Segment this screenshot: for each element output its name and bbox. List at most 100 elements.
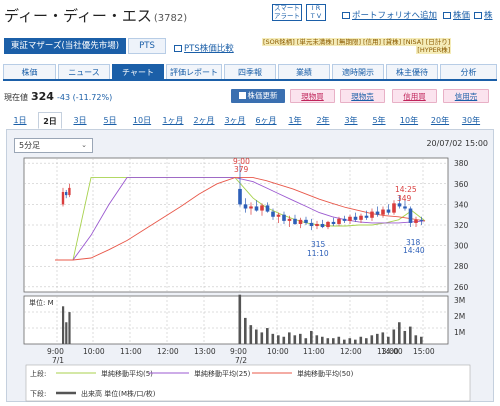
volume-bar [332,338,335,344]
volume-bar [62,306,65,344]
volume-axis-ticks: 3M 2M 1M [454,296,465,337]
candle-body [348,216,352,221]
annotation-time: 14:40 [403,246,425,255]
candle-body [243,204,248,209]
legend-lower-label: 下段: [30,389,46,398]
candle-body [359,215,363,220]
volume-bar [260,332,264,344]
candle-body [331,221,336,224]
volume-bar [420,336,423,344]
day-label: 7/2 [235,356,247,365]
price-tick-label: 300 [454,242,469,251]
candle-body [304,219,308,223]
candle-body [315,223,319,227]
volume-tick-label: 3M [454,296,465,305]
legend-ma25: 単純移動平均(25) [194,369,251,378]
volume-bar [293,335,297,344]
candle-body [287,218,292,221]
volume-bar [68,312,71,344]
candle-body [68,187,71,196]
candle-body [293,218,297,224]
candle-body [397,203,402,207]
price-tick-label: 340 [454,200,469,209]
volume-bar [359,336,363,344]
volume-unit-label: 単位: M [29,298,54,307]
time-axis-ticks: 9:00 10:00 11:00 12:00 13:00 14:00 9:00 10:00 11… [47,347,435,365]
candle-body [381,209,385,215]
volume-bar [381,332,385,344]
time-tick-label: 11:00 [303,347,325,356]
volume-bar [348,338,352,344]
candle-body [282,214,286,221]
annotation-price: 349 [397,194,412,203]
candle-body [392,203,396,213]
price-tick-label: 380 [454,159,469,168]
volume-tick-label: 2M [454,312,465,321]
volume-bar [299,333,302,344]
time-tick-label: 9:00 [230,347,247,356]
volume-bar [403,330,407,344]
legend-ma50: 単純移動平均(50) [297,369,354,378]
volume-bar [304,338,308,344]
annotation-price: 315 [311,240,326,249]
volume-bar [271,333,275,344]
candle-body [309,222,314,227]
volume-bar [398,322,401,344]
candle-body [249,206,253,209]
candle-body [408,208,413,223]
volume-bar [387,336,390,344]
time-tick-label: 13:00 [194,347,216,356]
time-tick-label: 14:00 [381,347,403,356]
candle-body [342,218,347,221]
time-tick-label: 15:00 [413,347,435,356]
annotation-price: 379 [234,165,249,174]
candle-body [375,211,380,215]
price-axis-ticks: 380 360 340 320 300 280 260 [454,159,469,292]
volume-bar [255,329,258,344]
volume-bar [315,335,319,344]
volume-bar [354,339,357,344]
candle-body [271,211,275,217]
candle-body [238,188,242,205]
candle-body [65,192,68,196]
candle-body [353,216,358,220]
volume-bar [310,330,313,344]
time-tick-label: 9:00 [47,347,64,356]
volume-bar [376,333,379,344]
candle-body [265,205,270,212]
candle-body [260,205,264,211]
price-tick-label: 360 [454,180,469,189]
legend-volume: 出来高 単位(M株/口/枚) [81,389,156,398]
volume-bar [370,335,374,344]
volume-bar [337,336,341,344]
time-tick-label: 10:00 [83,347,105,356]
candle-body [298,219,303,224]
volume-bar [321,336,324,344]
candle-body [320,223,325,228]
candle-body [326,221,330,228]
legend-upper-label: 上段: [30,369,46,378]
volume-bar [288,332,291,344]
price-chart: 380 360 340 320 300 280 260 3M 2M 1M 9:00 10:00 11… [23,157,471,402]
volume-bar [277,335,280,344]
day-label: 7/1 [52,356,64,365]
legend-ma5: 単純移動平均(5) [101,369,153,378]
candle-body [370,211,374,218]
volume-bar [409,326,412,344]
volume-bar [365,338,368,344]
time-tick-label: 11:00 [120,347,142,356]
volume-bar [414,335,418,344]
candle-body [403,206,407,209]
volume-plot-area [23,295,449,345]
volume-bar [266,328,269,344]
volume-bar [244,317,247,344]
candle-body [254,206,259,211]
volume-bar [249,325,253,344]
candle-body [414,219,418,223]
volume-bar [343,339,346,344]
candle-body [61,192,65,205]
annotation-time: 11:10 [307,249,329,258]
volume-tick-label: 1M [454,328,465,337]
time-tick-label: 12:00 [340,347,362,356]
candle-body [337,218,341,224]
